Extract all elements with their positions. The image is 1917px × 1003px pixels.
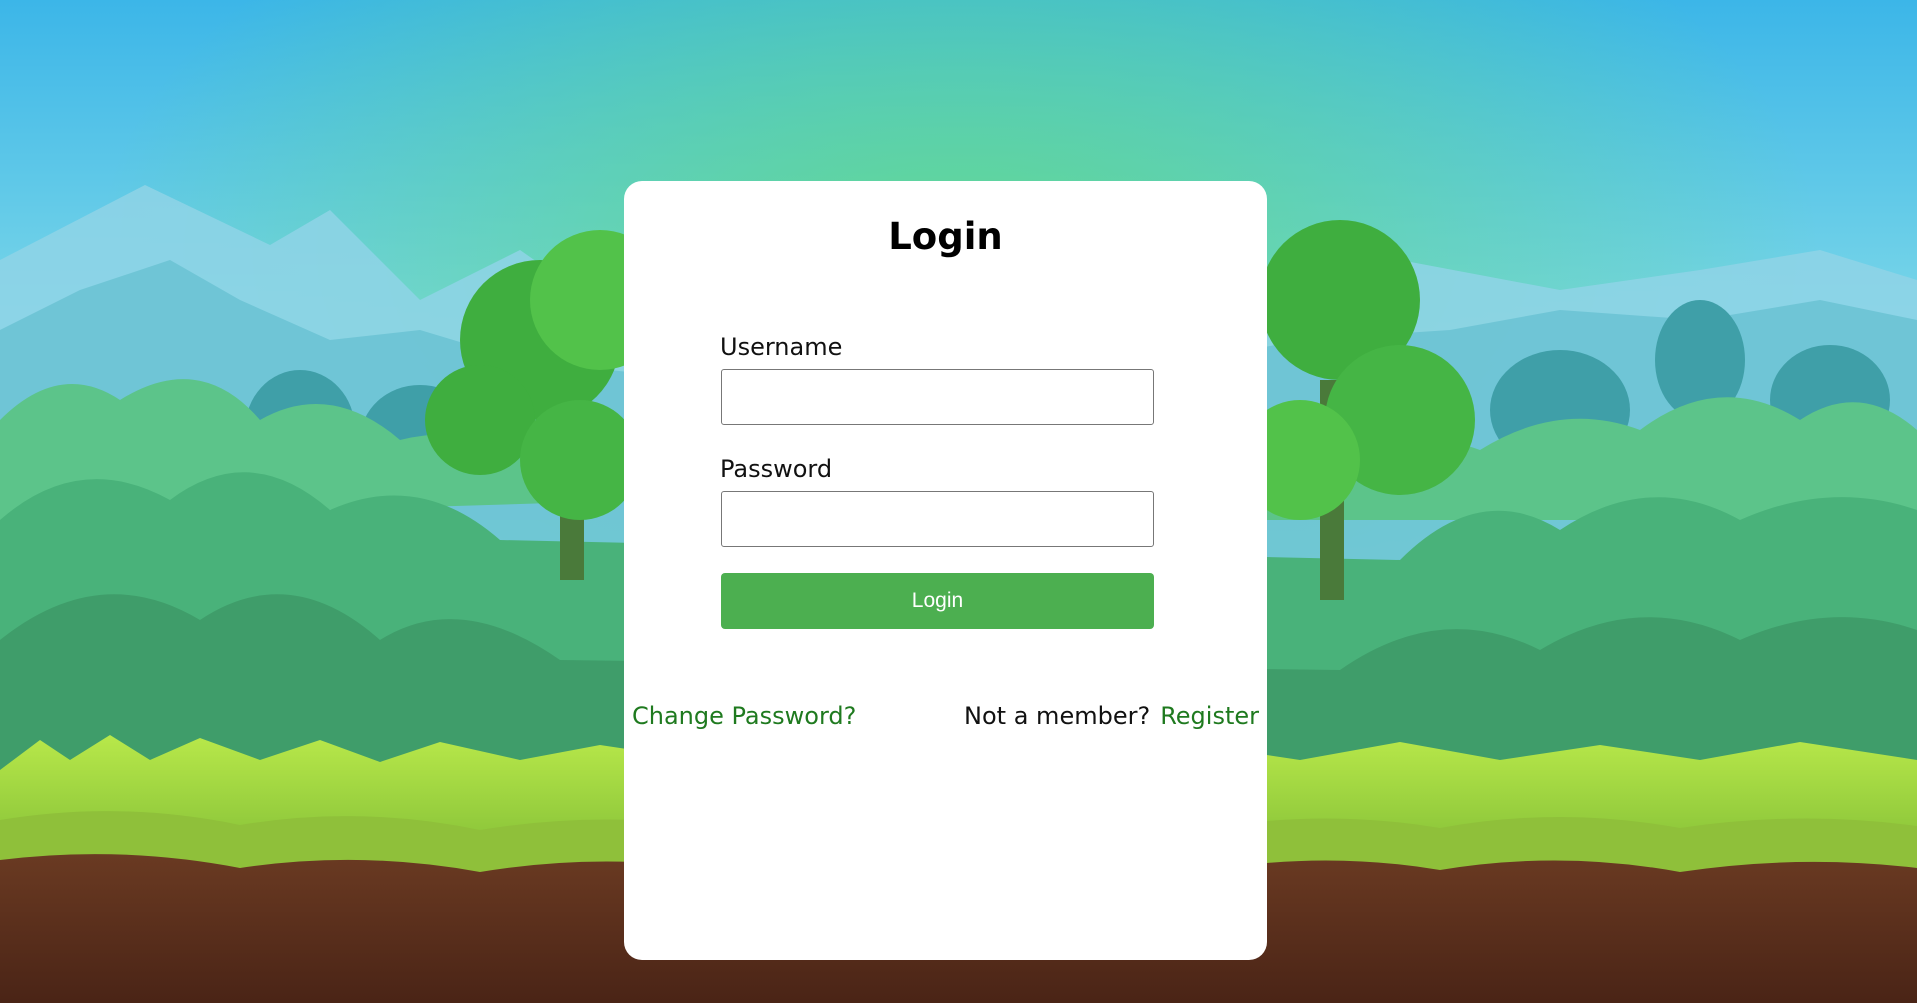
change-password-link[interactable]: Change Password? <box>632 702 856 730</box>
login-button[interactable]: Login <box>721 573 1154 629</box>
register-link[interactable]: Register <box>1160 702 1259 730</box>
register-prompt: Not a member? Register <box>964 702 1259 730</box>
not-member-text: Not a member? <box>964 702 1151 730</box>
login-card: Login Username Password Login Change Pas… <box>624 181 1267 960</box>
login-title: Login <box>888 215 1003 258</box>
password-input[interactable] <box>721 491 1154 547</box>
username-label: Username <box>720 333 843 361</box>
username-input[interactable] <box>721 369 1154 425</box>
password-label: Password <box>720 455 833 483</box>
